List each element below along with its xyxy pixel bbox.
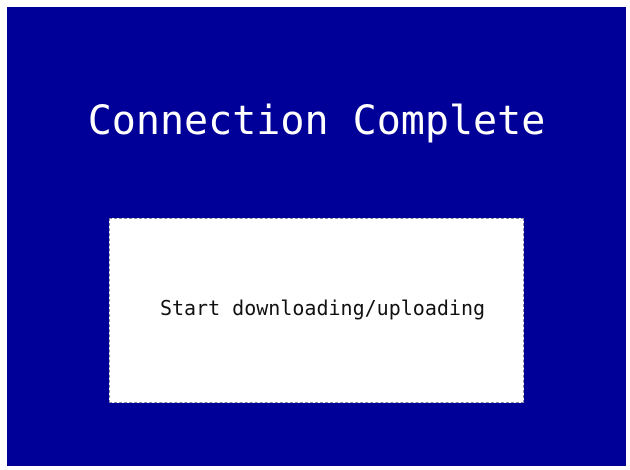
start-transfer-button[interactable]: Start downloading/uploading [109,218,524,403]
device-screen: Connection Complete Start downloading/up… [7,7,626,466]
connection-status-title: Connection Complete [87,98,546,144]
start-transfer-label: Start downloading/uploading [159,295,486,320]
